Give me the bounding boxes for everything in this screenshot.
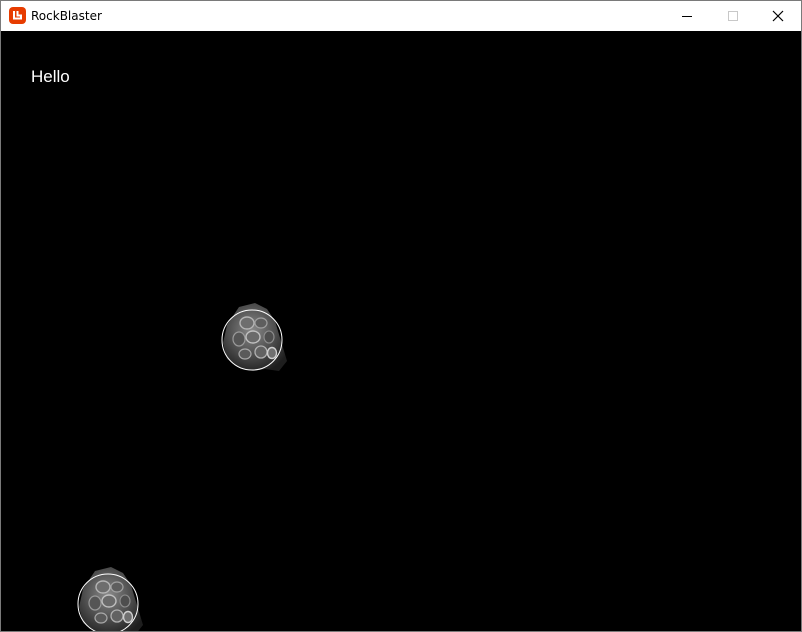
game-viewport[interactable]: Hello: [1, 31, 801, 631]
rock-sprite: [73, 565, 143, 631]
maximize-icon: [728, 11, 738, 21]
window-title: RockBlaster: [31, 9, 102, 23]
title-bar[interactable]: RockBlaster: [1, 1, 801, 31]
hud-message: Hello: [31, 67, 70, 86]
app-window: RockBlaster Hello: [0, 0, 802, 632]
maximize-button[interactable]: [710, 1, 756, 31]
close-button[interactable]: [755, 1, 801, 31]
minimize-button[interactable]: [664, 1, 710, 31]
minimize-icon: [682, 16, 692, 17]
close-icon: [772, 10, 784, 22]
monogame-logo-icon: [9, 7, 26, 24]
rock-sprite: [217, 301, 287, 373]
